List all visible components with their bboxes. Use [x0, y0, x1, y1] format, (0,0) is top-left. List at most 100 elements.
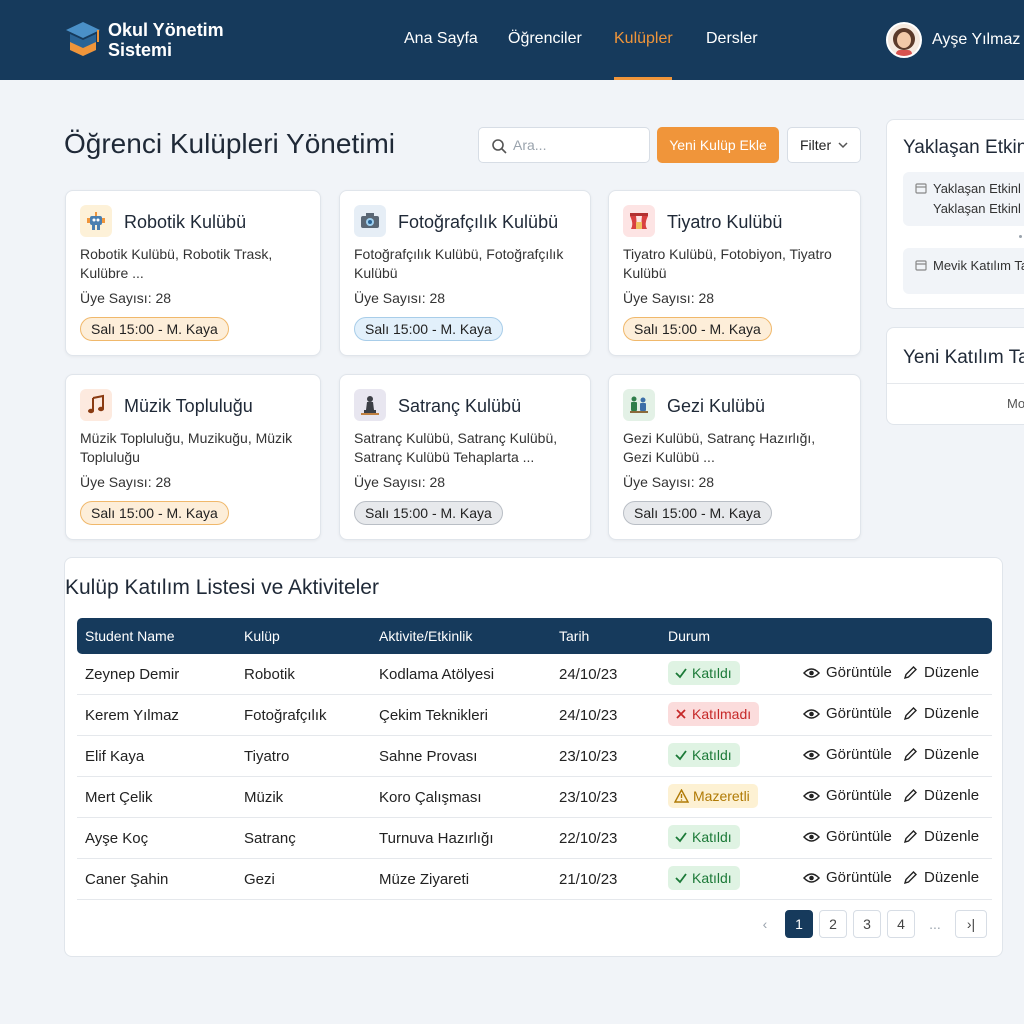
filter-dropdown-button[interactable]: Filter	[787, 127, 861, 163]
club-member-count: Üye Sayısı: 28	[354, 474, 446, 490]
cell-activity: Koro Çalışması	[379, 789, 482, 806]
table-row[interactable]: Ayşe Koç Satranç Turnuva Hazırlığı 22/10/23…	[77, 818, 992, 859]
table-row[interactable]: Elif Kaya Tiyatro Sahne Provası 23/10/23 Kat…	[77, 736, 992, 777]
edit-button[interactable]: Düzenle	[903, 869, 979, 886]
eye-icon	[803, 749, 820, 760]
event-item[interactable]: Yaklaşan Etkinl Yaklaşan Etkinl	[903, 172, 1024, 226]
column-header-student[interactable]: Student Name	[85, 628, 175, 644]
search-icon	[492, 139, 507, 154]
pencil-icon	[903, 789, 917, 803]
column-header-date[interactable]: Tarih	[559, 628, 589, 644]
scroll-dot	[1019, 235, 1022, 238]
column-header-activity[interactable]: Aktivite/Etkinlik	[379, 628, 472, 644]
status-label: Katılmadı	[692, 706, 752, 722]
calendar-icon	[915, 260, 927, 271]
cell-club: Müzik	[244, 789, 284, 806]
status-badge: Katıldı	[668, 743, 740, 767]
club-card-robotics[interactable]: Robotik Kulübü Robotik Kulübü, Robotik T…	[65, 190, 321, 356]
table-row[interactable]: Caner Şahin Gezi Müze Ziyareti 21/10/23 Katı…	[77, 859, 992, 900]
status-badge: Katıldı	[668, 825, 740, 849]
club-description: Tiyatro Kulübü, Fotobiyon, Tiyatro Kulüb…	[623, 246, 832, 281]
brand-name[interactable]: Okul Yönetim Sistemi	[108, 20, 248, 60]
brand-line-2: Sistemi	[108, 40, 173, 60]
edit-button[interactable]: Düzenle	[903, 787, 979, 804]
club-description: Satranç Kulübü, Satranç Kulübü, Satranç …	[354, 430, 558, 465]
column-header-status[interactable]: Durum	[668, 628, 710, 644]
club-name: Satranç Kulübü	[398, 396, 522, 416]
more-link[interactable]: Mo	[1007, 396, 1024, 411]
status-label: Katıldı	[692, 665, 732, 681]
view-label: Görüntüle	[826, 746, 892, 763]
cell-activity: Çekim Teknikleri	[379, 707, 488, 724]
edit-label: Düzenle	[924, 828, 980, 845]
club-schedule-badge: Salı 15:00 - M. Kaya	[80, 501, 229, 525]
nav-students[interactable]: Öğrenciler	[508, 30, 582, 48]
page-4-button[interactable]: 4	[887, 910, 915, 938]
upcoming-events-title: Yaklaşan Etkinl	[903, 137, 1024, 158]
edit-button[interactable]: Düzenle	[903, 746, 979, 763]
active-nav-indicator	[614, 77, 672, 80]
divider	[887, 383, 1024, 384]
table-row[interactable]: Mert Çelik Müzik Koro Çalışması 23/10/23 Maz…	[77, 777, 992, 818]
club-name: Müzik Topluluğu	[124, 396, 253, 416]
cell-date: 23/10/23	[559, 748, 618, 765]
pencil-icon	[903, 748, 917, 762]
travel-icon	[623, 389, 655, 421]
edit-button[interactable]: Düzenle	[903, 664, 979, 681]
edit-button[interactable]: Düzenle	[903, 828, 979, 845]
table-header: Student Name Kulüp Aktivite/Etkinlik Tar…	[77, 618, 992, 654]
page-2-button[interactable]: 2	[819, 910, 847, 938]
prev-page-button[interactable]: ‹	[751, 910, 779, 938]
cell-student-name: Mert Çelik	[85, 789, 153, 806]
status-label: Katıldı	[692, 747, 732, 763]
nav-clubs[interactable]: Kulüpler	[614, 30, 673, 48]
page-3-button[interactable]: 3	[853, 910, 881, 938]
view-button[interactable]: Görüntüle	[803, 828, 892, 845]
club-card-travel[interactable]: Gezi Kulübü Gezi Kulübü, Satranç Hazırlı…	[608, 374, 861, 540]
nav-home[interactable]: Ana Sayfa	[404, 30, 478, 48]
view-button[interactable]: Görüntüle	[803, 869, 892, 886]
club-description: Fotoğrafçılık Kulübü, Fotoğrafçılık Kulü…	[354, 246, 564, 281]
status-badge: Katılmadı	[668, 702, 760, 726]
club-card-chess[interactable]: Satranç Kulübü Satranç Kulübü, Satranç K…	[339, 374, 591, 540]
page-title: Öğrenci Kulüpleri Yönetimi	[64, 128, 395, 159]
user-name[interactable]: Ayşe Yılmaz	[932, 31, 1020, 49]
column-header-club[interactable]: Kulüp	[244, 628, 280, 644]
view-button[interactable]: Görüntüle	[803, 746, 892, 763]
last-page-button[interactable]: ›|	[955, 910, 987, 938]
edit-label: Düzenle	[924, 705, 980, 722]
club-schedule-badge: Salı 15:00 - M. Kaya	[623, 501, 772, 525]
page-1-button[interactable]: 1	[785, 910, 813, 938]
view-button[interactable]: Görüntüle	[803, 787, 892, 804]
search-input[interactable]	[513, 129, 643, 161]
eye-icon	[803, 831, 820, 842]
status-badge: Katıldı	[668, 661, 740, 685]
edit-button[interactable]: Düzenle	[903, 705, 979, 722]
club-card-theater[interactable]: Tiyatro Kulübü Tiyatro Kulübü, Fotobiyon…	[608, 190, 861, 356]
view-button[interactable]: Görüntüle	[803, 664, 892, 681]
event-title: Yaklaşan Etkinl	[933, 181, 1021, 196]
add-club-button[interactable]: Yeni Kulüp Ekle	[657, 127, 779, 163]
theater-icon	[623, 205, 655, 237]
user-avatar[interactable]	[886, 22, 922, 58]
pagination: ‹ 1 2 3 4 ... ›|	[751, 910, 987, 938]
nav-courses[interactable]: Dersler	[706, 30, 758, 48]
club-card-music[interactable]: Müzik Topluluğu Müzik Topluluğu, Muzikuğ…	[65, 374, 321, 540]
table-row[interactable]: Kerem Yılmaz Fotoğrafçılık Çekim Teknikler…	[77, 695, 992, 736]
view-button[interactable]: Görüntüle	[803, 705, 892, 722]
event-title: Mevik Katılım Ta	[933, 258, 1024, 273]
club-schedule-badge: Salı 15:00 - M. Kaya	[80, 317, 229, 341]
cell-student-name: Zeynep Demir	[85, 666, 180, 683]
close-icon	[676, 709, 686, 719]
club-member-count: Üye Sayısı: 28	[354, 290, 446, 306]
eye-icon	[803, 667, 820, 678]
club-name: Fotoğrafçılık Kulübü	[398, 212, 559, 232]
club-card-photography[interactable]: Fotoğrafçılık Kulübü Fotoğrafçılık Kulüb…	[339, 190, 591, 356]
event-subtitle: Yaklaşan Etkinl	[933, 201, 1021, 216]
club-schedule-badge: Salı 15:00 - M. Kaya	[354, 317, 503, 341]
event-item[interactable]: Mevik Katılım Ta	[903, 248, 1024, 294]
table-row[interactable]: Zeynep Demir Robotik Kodlama Atölyesi 24/10…	[77, 654, 992, 695]
search-box[interactable]	[478, 127, 650, 163]
graduation-cap-logo-icon	[66, 22, 100, 56]
club-name: Robotik Kulübü	[124, 212, 247, 232]
